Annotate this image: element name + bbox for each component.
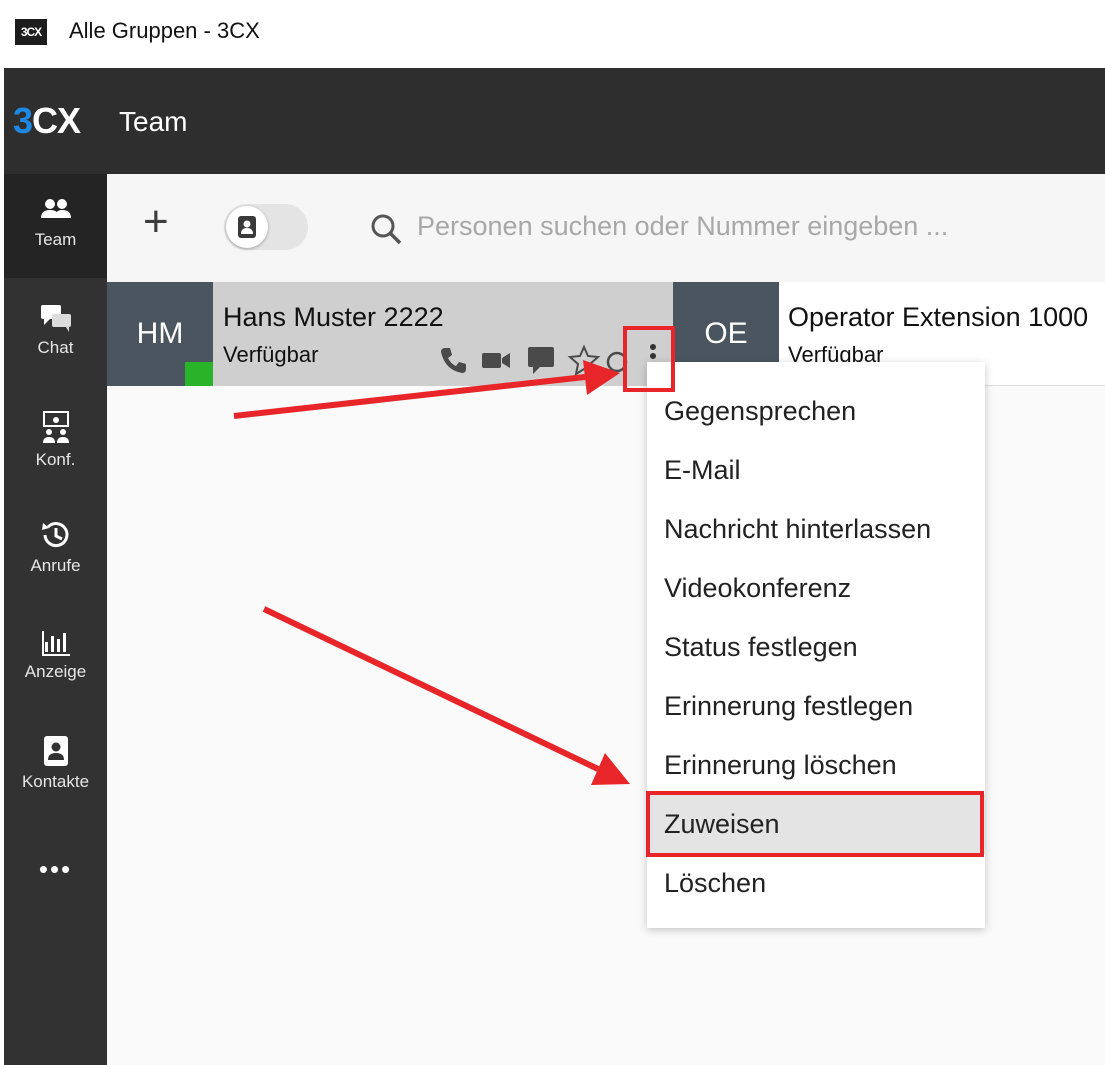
menu-item-leave-message[interactable]: Nachricht hinterlassen <box>647 500 985 559</box>
menu-item-set-reminder[interactable]: Erinnerung festlegen <box>647 677 985 736</box>
menu-item-delete[interactable]: Löschen <box>647 854 985 913</box>
toolbar: + <box>107 174 1105 282</box>
add-button[interactable]: + <box>143 200 169 244</box>
menu-item-delete-reminder[interactable]: Erinnerung löschen <box>647 736 985 795</box>
chat-icon[interactable] <box>525 344 557 376</box>
contacts-icon <box>238 216 256 238</box>
presence-indicator <box>185 362 213 386</box>
history-icon <box>41 522 68 548</box>
nav-label: Konf. <box>35 450 76 469</box>
window-titlebar: 3CX Alle Gruppen - 3CX <box>0 0 1105 68</box>
logo: 3CX <box>13 100 81 141</box>
annotation-box-more-button <box>623 326 675 392</box>
annotation-box-assign <box>646 791 984 857</box>
contact-name: Operator Extension 1000 <box>788 302 1089 332</box>
toggle-knob <box>226 206 268 248</box>
star-icon[interactable] <box>567 344 601 376</box>
nav-item-dashboard[interactable]: Anzeige <box>4 606 107 710</box>
nav-item-contacts[interactable]: Kontakte <box>4 714 107 818</box>
search-input[interactable] <box>417 206 1097 246</box>
contact-name: Hans Muster 2222 <box>223 302 444 332</box>
app-icon: 3CX <box>15 19 47 45</box>
nav-label: Chat <box>37 338 74 357</box>
nav-item-calls[interactable]: Anrufe <box>4 498 107 602</box>
window-title: Alle Gruppen - 3CX <box>69 18 260 43</box>
nav-label: Kontakte <box>21 772 90 791</box>
nav-label: Team <box>34 230 77 249</box>
header-title: Team <box>119 106 188 137</box>
nav-more-button[interactable]: ••• <box>4 854 107 885</box>
nav-label: Anzeige <box>24 662 87 681</box>
conference-icon <box>42 411 69 443</box>
chart-icon <box>41 631 70 656</box>
nav-item-team[interactable]: Team <box>4 174 107 278</box>
search-icon <box>371 214 402 245</box>
app-header: 3CX Team <box>4 68 1105 174</box>
menu-item-intercom[interactable]: Gegensprechen <box>647 382 985 441</box>
menu-item-email[interactable]: E-Mail <box>647 441 985 500</box>
menu-item-video-conference[interactable]: Videokonferenz <box>647 559 985 618</box>
contacts-icon <box>43 736 68 766</box>
contacts-toggle[interactable] <box>224 204 308 250</box>
chat-icon <box>40 305 71 332</box>
nav-item-conference[interactable]: Konf. <box>4 390 107 494</box>
menu-item-set-status[interactable]: Status festlegen <box>647 618 985 677</box>
nav-label: Anrufe <box>30 556 81 575</box>
video-icon[interactable] <box>479 344 513 376</box>
nav-item-chat[interactable]: Chat <box>4 282 107 386</box>
phone-icon[interactable] <box>437 344 469 376</box>
team-icon <box>40 199 71 218</box>
left-nav: Team Chat Konf. Anrufe Anzeige Kontakte … <box>4 174 107 1065</box>
contact-status: Verfügbar <box>223 342 319 367</box>
contact-card[interactable]: HM Hans Muster 2222 Verfügbar <box>107 282 673 386</box>
